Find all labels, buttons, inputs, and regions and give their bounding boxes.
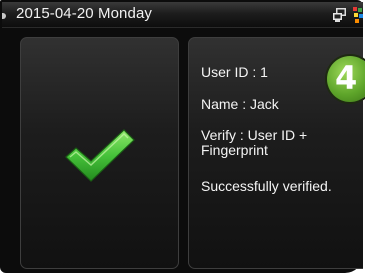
number-badge: 4 [327, 56, 365, 102]
badge-number: 4 [335, 59, 358, 97]
edge-indicator [2, 13, 6, 19]
user-id-text: User ID : 1 [201, 64, 268, 80]
device-screen: 2015-04-20 Monday User ID: 1 Name: Jac… [0, 0, 365, 275]
network-icon [333, 8, 346, 22]
date-time-label: 2015-04-20 Monday [16, 5, 152, 22]
verify-mode-text: Verify : User ID + [201, 127, 308, 143]
verify-mode-text-line2: Fingerprint [201, 142, 268, 158]
verification-icon-panel [20, 37, 179, 269]
status-bar: 2015-04-20 Monday [2, 2, 363, 28]
checkmark-icon [65, 129, 135, 182]
color-palette-icon [353, 7, 363, 23]
user-name-text: Name : Jack [201, 96, 279, 112]
status-message: Successfully verified. [201, 178, 332, 194]
date-text: 2015-04-20 [16, 5, 94, 22]
verification-info-panel: User ID : 1 Name : Jack Verify : User ID… [188, 37, 365, 269]
weekday-text: Monday [98, 5, 152, 22]
